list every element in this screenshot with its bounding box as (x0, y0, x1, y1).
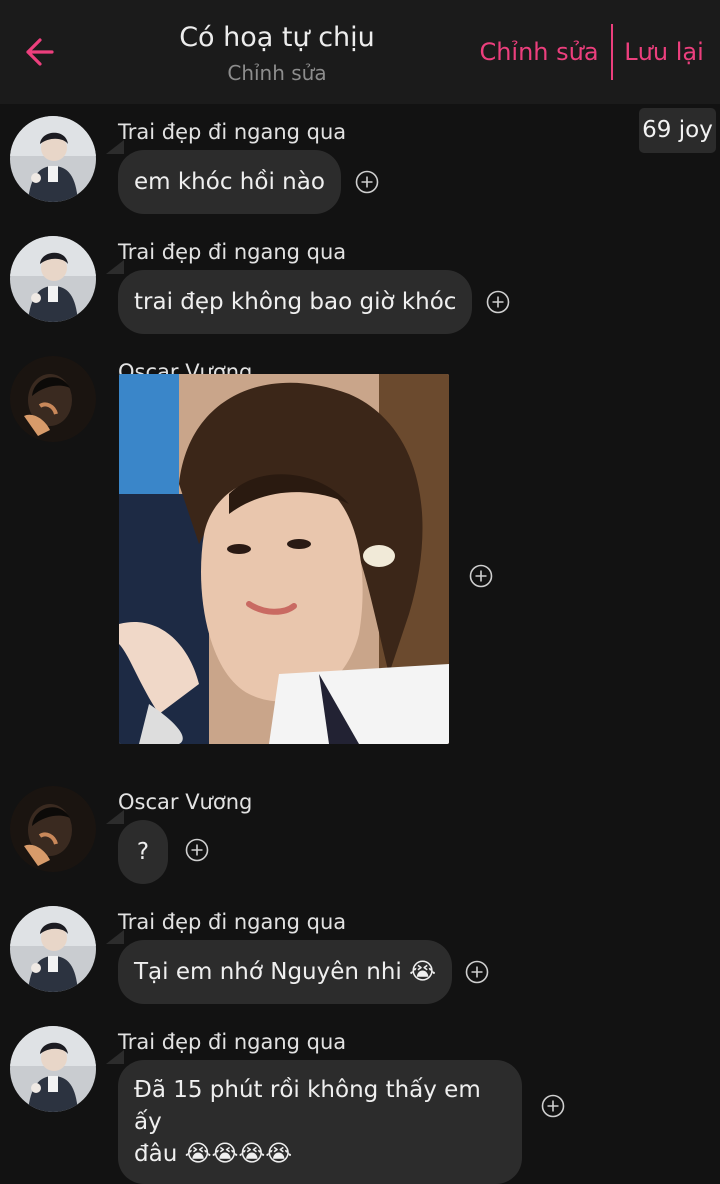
header-bar: Có hoạ tự chịu Chỉnh sửa Chỉnh sửa Lưu l… (0, 0, 720, 104)
plus-circle-icon[interactable] (486, 290, 510, 314)
avatar-boy-suit-icon (10, 906, 96, 992)
bubble-tail (106, 1050, 124, 1064)
bubble-tail (106, 260, 124, 274)
message-bubble[interactable]: em khóc hồi nào (118, 150, 341, 214)
page-title: Có hoạ tự chịu (179, 22, 375, 53)
title-block: Có hoạ tự chịu Chỉnh sửa (120, 18, 434, 88)
avatar[interactable] (10, 1026, 96, 1112)
header-divider (611, 24, 613, 80)
avatar[interactable] (10, 906, 96, 992)
sender-name: Trai đẹp đi ngang qua (118, 240, 347, 264)
message-text-line: Đã 15 phút rồi không thấy em ấy (134, 1077, 481, 1135)
page-subtitle: Chỉnh sửa (227, 61, 327, 85)
avatar-boy-suit-icon (10, 1026, 96, 1112)
sender-name: Trai đẹp đi ngang qua (118, 120, 347, 144)
message-photo[interactable] (119, 374, 449, 744)
plus-circle-icon[interactable] (541, 1094, 565, 1118)
sender-name: Oscar Vương (118, 790, 253, 814)
message-bubble[interactable]: trai đẹp không bao giờ khóc (118, 270, 473, 334)
avatar-dark-portrait-icon (10, 786, 96, 872)
avatar-boy-suit-icon (10, 236, 96, 322)
avatar[interactable] (10, 786, 96, 872)
plus-circle-icon[interactable] (469, 564, 493, 588)
plus-circle-icon[interactable] (465, 960, 489, 984)
plus-circle-icon[interactable] (185, 838, 209, 862)
avatar[interactable] (10, 236, 96, 322)
message-bubble[interactable]: Tại em nhớ Nguyên nhi 😭 (118, 940, 453, 1004)
avatar-dark-portrait-icon (10, 356, 96, 442)
back-button[interactable] (20, 32, 64, 72)
plus-circle-icon[interactable] (355, 170, 379, 194)
message-bubble[interactable]: ? (118, 820, 168, 884)
bubble-tail (106, 930, 124, 944)
bubble-tail (106, 810, 124, 824)
bubble-tail (106, 140, 124, 154)
save-button[interactable]: Lưu lại (618, 32, 710, 72)
avatar[interactable] (10, 116, 96, 202)
avatar-boy-suit-icon (10, 116, 96, 202)
photo-portrait-icon (119, 374, 449, 744)
back-arrow-icon (26, 38, 54, 66)
sender-name: Trai đẹp đi ngang qua (118, 1030, 347, 1054)
sender-name: Trai đẹp đi ngang qua (118, 910, 347, 934)
message-bubble[interactable]: Đã 15 phút rồi không thấy em ấy đâu 😭😭😭😭 (118, 1060, 522, 1184)
edit-button[interactable]: Chỉnh sửa (470, 32, 608, 72)
message-text-line: đâu 😭😭😭😭 (134, 1141, 293, 1167)
joy-badge: 69 joy (639, 108, 716, 153)
avatar[interactable] (10, 356, 96, 442)
